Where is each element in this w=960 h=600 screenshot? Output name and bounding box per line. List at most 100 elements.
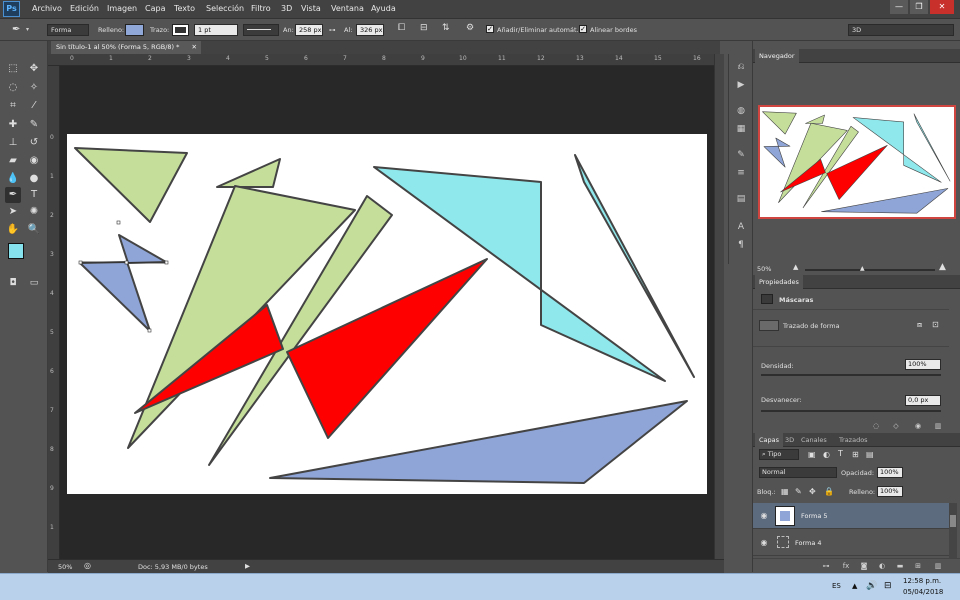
menu-texto[interactable]: Texto [174,4,195,13]
type-tool-icon[interactable]: T [26,187,42,203]
layer-style-icon[interactable]: fx [841,561,851,571]
pen-tool-icon[interactable]: ✒ [5,187,21,203]
history-brush-tool-icon[interactable]: ↺ [26,135,42,151]
navigator-preview[interactable] [758,105,956,219]
document-tab[interactable]: Sin título-1 al 50% (Forma 5, RGB/8) * ✕ [51,41,201,54]
lock-transparent-icon[interactable]: ▦ [781,487,789,496]
language-indicator[interactable]: ES [832,582,841,590]
history-panel-icon[interactable]: ⎌ [734,60,748,74]
menu-3d[interactable]: 3D [281,4,292,13]
adjustments-panel-icon[interactable]: ≡ [734,166,748,180]
trash-icon[interactable]: ▥ [933,421,943,431]
volume-icon[interactable]: 🔊 [866,581,877,591]
network-icon[interactable]: ⊟ [884,581,892,591]
status-menu-arrow-icon[interactable]: ▶ [245,562,250,570]
width-field[interactable]: 258 px [295,24,323,36]
custom-shape-tool-icon[interactable]: ✺ [26,204,42,220]
adjustment-layer-icon[interactable]: ◐ [877,561,887,571]
cyan-triangle-large[interactable] [373,166,666,382]
brush-tool-icon[interactable]: ✎ [26,117,42,133]
filter-pixel-icon[interactable]: ▣ [808,450,816,459]
gear-icon[interactable]: ⚙ [466,23,474,33]
filter-type-icon[interactable]: T [838,449,843,458]
menu-imagen[interactable]: Imagen [107,4,137,13]
menu-vista[interactable]: Vista [301,4,321,13]
tab-canales[interactable]: Canales [797,433,831,447]
lock-all-icon[interactable]: 🔒 [824,487,834,496]
eyedropper-tool-icon[interactable]: ⁄ [26,98,42,114]
restore-button[interactable]: ❐ [910,0,928,14]
blend-mode-select[interactable]: Normal [759,467,837,478]
styles-panel-icon[interactable]: ▤ [734,192,748,206]
tool-mode-select[interactable]: Forma [47,24,89,36]
clone-stamp-tool-icon[interactable]: ⊥ [5,135,21,151]
tab-propiedades[interactable]: Propiedades [755,275,803,289]
path-arrangement-icon[interactable]: ⇅ [442,23,450,33]
paint-bucket-tool-icon[interactable]: ◉ [26,153,42,169]
close-button[interactable]: ✕ [930,0,954,14]
magic-wand-tool-icon[interactable]: ✧ [26,80,42,96]
menu-capa[interactable]: Capa [145,4,165,13]
zoom-level[interactable]: 50% [58,563,72,571]
zoom-out-icon[interactable]: ▲ [793,263,798,271]
link-icon[interactable]: ⊶ [329,26,336,34]
tab-navegador[interactable]: Navegador [755,49,799,63]
tab-capas[interactable]: Capas [755,433,784,447]
blue-bowtie-upper[interactable] [118,234,167,264]
load-selection-icon[interactable]: ◌ [871,421,881,431]
color-panel-icon[interactable]: ◍ [734,104,748,118]
filter-shape-icon[interactable]: ⊞ [852,450,859,459]
stroke-type-select[interactable] [243,24,279,36]
new-group-icon[interactable]: ▬ [895,561,905,571]
marquee-tool-icon[interactable]: ⬚ [5,61,21,77]
workspace-select[interactable]: 3D [848,24,954,36]
tab-trazados[interactable]: Trazados [835,433,872,447]
new-layer-icon[interactable]: ⊞ [913,561,923,571]
menu-archivo[interactable]: Archivo [32,4,62,13]
lock-position-icon[interactable]: ✥ [809,487,816,496]
path-selection-tool-icon[interactable]: ➤ [5,204,21,220]
delete-layer-icon[interactable]: ▥ [933,561,943,571]
hand-tool-icon[interactable]: ✋ [5,222,21,238]
layer-row-forma-5[interactable]: ◉ Forma 5 [753,503,949,529]
menu-seleccion[interactable]: Selección [206,4,244,13]
paragraph-panel-icon[interactable]: ¶ [734,238,748,252]
green-triangle-top[interactable] [216,158,281,188]
brush-panel-icon[interactable]: ✎ [734,148,748,162]
path-operations-icon[interactable]: ⧠ [398,23,405,33]
close-tab-icon[interactable]: ✕ [192,41,197,54]
fill-swatch[interactable] [125,24,144,36]
blue-bowtie-lower[interactable] [79,261,151,332]
navigator-zoom[interactable]: 50% [757,265,771,273]
pen-tool-preset-icon[interactable]: ✒ [12,24,20,35]
navigator-zoom-slider[interactable] [805,269,935,271]
navigator-zoom-handle[interactable]: ▲ [860,265,865,272]
layer-row-forma-4[interactable]: ◉ Forma 4 [753,530,949,556]
crop-tool-icon[interactable]: ⌗ [5,98,21,114]
zoom-in-icon[interactable]: ▲ [939,262,946,272]
density-field[interactable]: 100% [905,359,941,370]
apply-icon[interactable]: ◇ [891,421,901,431]
screen-mode-icon[interactable]: ▭ [26,275,42,291]
select-mask-icon[interactable]: ⧈ [917,320,922,330]
filter-adjustment-icon[interactable]: ◐ [823,450,830,459]
path-alignment-icon[interactable]: ⊟ [420,23,428,33]
menu-ventana[interactable]: Ventana [331,4,364,13]
quick-mask-icon[interactable]: ◘ [5,275,21,291]
menu-filtro[interactable]: Filtro [251,4,271,13]
density-slider[interactable] [761,374,941,376]
layers-scrollbar[interactable] [949,503,957,559]
visibility-icon[interactable]: ◉ [913,421,923,431]
green-triangle-top-left[interactable] [74,147,188,223]
foreground-color-swatch[interactable] [8,243,24,259]
fill-field[interactable]: 100% [877,486,903,497]
dodge-tool-icon[interactable]: ● [26,171,42,187]
status-info-icon[interactable]: ◎ [84,561,91,570]
add-mask-icon[interactable]: ◙ [859,561,869,571]
menu-edicion[interactable]: Edición [70,4,99,13]
clock-time[interactable]: 12:58 p.m. [903,577,941,585]
vertical-scrollbar[interactable] [714,54,724,559]
move-tool-icon[interactable]: ✥ [26,61,42,77]
stroke-swatch[interactable] [172,24,189,36]
healing-brush-tool-icon[interactable]: ✚ [5,117,21,133]
